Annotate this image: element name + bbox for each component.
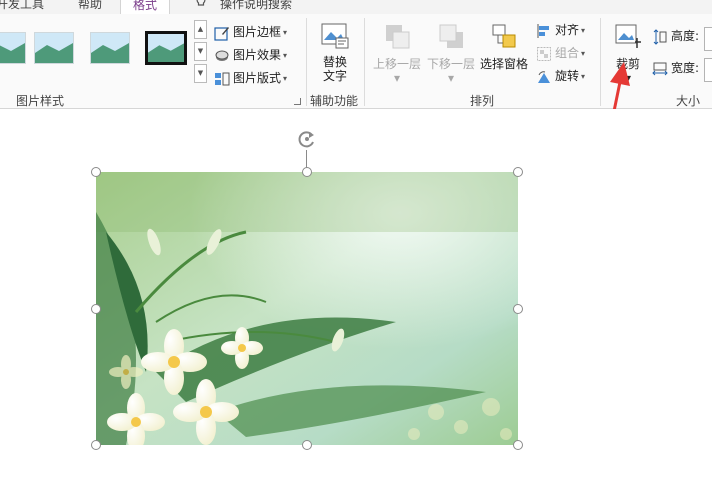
- chevron-down-icon: ▾: [581, 71, 586, 81]
- height-icon: [652, 28, 668, 45]
- height-label: 高度:: [652, 26, 699, 46]
- resize-handle-bottom[interactable]: [302, 440, 312, 450]
- picture-style-thumb[interactable]: [90, 32, 130, 64]
- resize-handle-top-left[interactable]: [91, 167, 101, 177]
- height-input[interactable]: [704, 27, 712, 51]
- group-label-size: 大小: [676, 94, 701, 108]
- chevron-down-icon: ▾: [581, 48, 586, 58]
- resize-handle-bottom-left[interactable]: [91, 440, 101, 450]
- selection-pane-icon: [478, 22, 530, 55]
- align-button[interactable]: 对齐 ▾: [536, 20, 585, 40]
- flower-picture: [96, 172, 518, 451]
- rotate-handle-icon[interactable]: [297, 129, 317, 149]
- group-divider: [364, 18, 365, 106]
- effects-icon: [214, 48, 230, 64]
- resize-handle-bottom-right[interactable]: [513, 440, 523, 450]
- group-label-accessibility: 辅助功能: [310, 94, 359, 108]
- selection-pane-button[interactable]: 选择窗格: [478, 22, 530, 71]
- resize-handle-left[interactable]: [91, 304, 101, 314]
- group-divider: [306, 18, 307, 106]
- lightbulb-icon: [194, 0, 208, 12]
- width-input[interactable]: [704, 58, 712, 82]
- bring-forward-button[interactable]: 上移一层 ▾: [370, 22, 424, 85]
- rotate-icon: [536, 69, 552, 85]
- layout-icon: [214, 71, 230, 87]
- send-backward-button[interactable]: 下移一层 ▾: [424, 22, 478, 85]
- dialog-launcher-icon[interactable]: [294, 98, 301, 105]
- resize-handle-top-right[interactable]: [513, 167, 523, 177]
- chevron-down-icon: ▾: [283, 27, 288, 37]
- group-button[interactable]: 组合 ▾: [536, 43, 585, 63]
- group-label-arrange: 排列: [470, 94, 495, 108]
- group-label-picture-styles: 图片样式: [16, 94, 65, 108]
- pencil-border-icon: [214, 25, 230, 41]
- chevron-down-icon: ▾: [283, 50, 288, 60]
- tell-me-search[interactable]: 操作说明搜索: [220, 0, 292, 12]
- crop-icon: [608, 22, 648, 55]
- resize-handle-right[interactable]: [513, 304, 523, 314]
- send-backward-icon: [424, 22, 478, 55]
- resize-handle-top[interactable]: [302, 167, 312, 177]
- tab-help[interactable]: 帮助: [78, 0, 102, 12]
- picture-style-thumb-selected[interactable]: [145, 31, 187, 65]
- picture-border-button[interactable]: 图片边框 ▾: [214, 22, 287, 42]
- selected-picture[interactable]: [96, 172, 518, 451]
- align-icon: [536, 23, 552, 39]
- picture-effects-button[interactable]: 图片效果 ▾: [214, 45, 287, 65]
- chevron-down-icon: ▾: [283, 73, 288, 83]
- rotate-button[interactable]: 旋转 ▾: [536, 66, 585, 86]
- picture-style-thumb[interactable]: [0, 32, 26, 64]
- chevron-down-icon: ▾: [581, 25, 586, 35]
- alt-text-icon: [316, 22, 354, 53]
- picture-layout-button[interactable]: 图片版式 ▾: [214, 68, 287, 88]
- alt-text-button[interactable]: 替换 文字: [316, 22, 354, 83]
- tab-format[interactable]: 格式: [120, 0, 171, 14]
- group-icon: [536, 46, 552, 62]
- width-label: 宽度:: [652, 58, 699, 78]
- gallery-scroll-down[interactable]: ▼: [194, 42, 207, 61]
- width-icon: [652, 61, 668, 77]
- ribbon-tab-bar: 开发工具 帮助 格式 操作说明搜索: [0, 0, 712, 14]
- gallery-more[interactable]: ▼: [194, 64, 207, 83]
- bring-forward-icon: [370, 22, 424, 55]
- picture-style-thumb[interactable]: [34, 32, 74, 64]
- gallery-scroll-up[interactable]: ▲: [194, 20, 207, 39]
- tab-developer[interactable]: 开发工具: [0, 0, 44, 12]
